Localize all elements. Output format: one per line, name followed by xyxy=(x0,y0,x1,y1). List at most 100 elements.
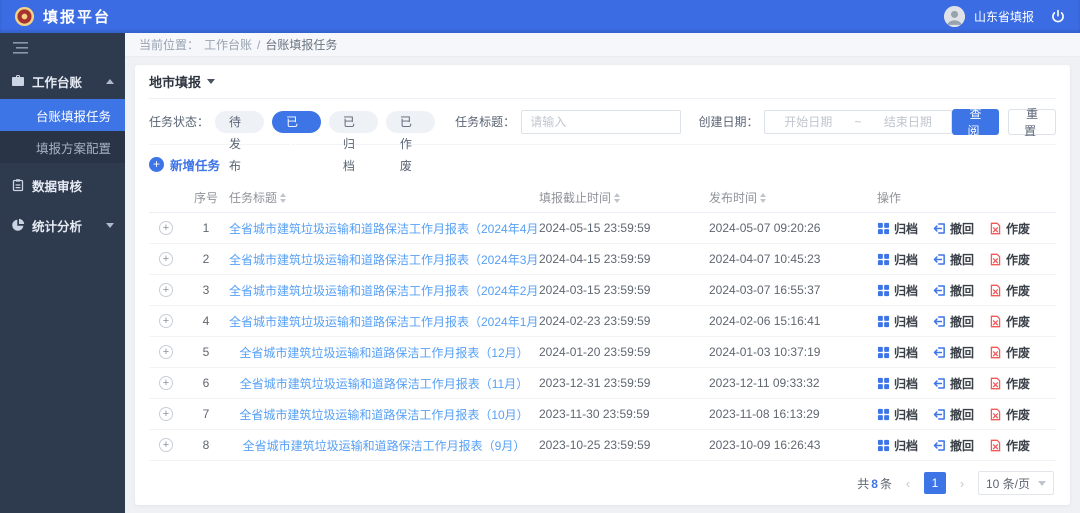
recall-action[interactable]: 撤回 xyxy=(933,282,974,299)
end-date-placeholder[interactable]: 结束日期 xyxy=(865,113,951,130)
date-range-picker[interactable]: 开始日期 ~ 结束日期 xyxy=(764,109,952,134)
void-icon xyxy=(990,253,1001,265)
status-pill-pending[interactable]: 待发布 xyxy=(215,110,264,173)
recall-action[interactable]: 撤回 xyxy=(933,437,974,454)
deadline-cell: 2024-05-15 23:59:59 xyxy=(539,221,651,235)
logout-power-icon[interactable] xyxy=(1049,8,1066,25)
void-icon xyxy=(990,284,1001,296)
row-number: 4 xyxy=(202,314,210,328)
sidebar-item-data-audit[interactable]: 数据审核 xyxy=(0,167,125,203)
task-title-link[interactable]: 全省城市建筑垃圾运输和道路保洁工作月报表（12月） xyxy=(239,346,528,360)
archive-action[interactable]: 归档 xyxy=(877,220,918,237)
archive-action[interactable]: 归档 xyxy=(877,282,918,299)
archive-action[interactable]: 归档 xyxy=(877,406,918,423)
sidebar-item-label: 台账填报任务 xyxy=(36,109,112,124)
app-title: 填报平台 xyxy=(43,9,112,26)
table-row: 7 全省城市建筑垃圾运输和道路保洁工作月报表（10月） 2023-11-30 2… xyxy=(149,399,1056,430)
recall-action[interactable]: 撤回 xyxy=(933,406,974,423)
recall-action[interactable]: 撤回 xyxy=(933,313,974,330)
user-name[interactable]: 山东省填报 xyxy=(974,8,1034,25)
archive-action[interactable]: 归档 xyxy=(877,251,918,268)
task-title-link[interactable]: 全省城市建筑垃圾运输和道路保洁工作月报表（11月） xyxy=(240,377,528,391)
chevron-down-icon xyxy=(207,79,216,84)
start-date-placeholder[interactable]: 开始日期 xyxy=(765,113,851,130)
void-action[interactable]: 作废 xyxy=(989,220,1030,237)
content-card: 地市填报 任务状态： 待发布 已发布 已归档 已作废 任务标题： 创建日期 xyxy=(135,65,1070,505)
deadline-cell: 2024-04-15 23:59:59 xyxy=(539,252,651,266)
void-action[interactable]: 作废 xyxy=(989,251,1030,268)
expand-row-button[interactable] xyxy=(159,314,173,328)
sidebar-group-statistics[interactable]: 统计分析 xyxy=(0,207,125,243)
task-title-link[interactable]: 全省城市建筑垃圾运输和道路保洁工作月报表（2024年4月） xyxy=(229,222,539,236)
archive-icon xyxy=(877,253,890,265)
table-row: 2 全省城市建筑垃圾运输和道路保洁工作月报表（2024年3月） 2024-04-… xyxy=(149,244,1056,275)
recall-action[interactable]: 撤回 xyxy=(933,375,974,392)
task-title-link[interactable]: 全省城市建筑垃圾运输和道路保洁工作月报表（9月） xyxy=(243,439,526,453)
pie-chart-icon xyxy=(12,218,25,231)
date-filter-label: 创建日期： xyxy=(698,115,759,129)
deadline-cell: 2024-03-15 23:59:59 xyxy=(539,283,651,297)
void-action[interactable]: 作废 xyxy=(989,344,1030,361)
sidebar-item-label: 统计分析 xyxy=(32,219,83,234)
app-window: 填报平台 山东省填报 工作台账 台账填报任务 填报方案配置 数据审核 统计分析 … xyxy=(0,0,1080,513)
void-action[interactable]: 作废 xyxy=(989,437,1030,454)
task-title-input[interactable] xyxy=(521,109,682,134)
row-number: 8 xyxy=(202,438,210,452)
table-row: 4 全省城市建筑垃圾运输和道路保洁工作月报表（2024年1月） 2024-02-… xyxy=(149,306,1056,337)
status-pill-voided[interactable]: 已作废 xyxy=(385,110,435,173)
search-button[interactable]: 查阅 xyxy=(951,107,1000,138)
task-title-link[interactable]: 全省城市建筑垃圾运输和道路保洁工作月报表（2024年3月） xyxy=(229,253,539,267)
task-title-link[interactable]: 全省城市建筑垃圾运输和道路保洁工作月报表（2024年2月） xyxy=(229,284,539,298)
recall-icon xyxy=(933,408,945,420)
expand-row-button[interactable] xyxy=(159,438,173,452)
expand-row-button[interactable] xyxy=(159,376,173,390)
void-action[interactable]: 作废 xyxy=(989,313,1030,330)
expand-row-button[interactable] xyxy=(159,345,173,359)
archive-action[interactable]: 归档 xyxy=(877,313,918,330)
void-action[interactable]: 作废 xyxy=(989,406,1030,423)
task-title-link[interactable]: 全省城市建筑垃圾运输和道路保洁工作月报表（10月） xyxy=(239,408,528,422)
sort-icon[interactable] xyxy=(614,192,621,203)
row-number: 1 xyxy=(202,221,210,235)
archive-action[interactable]: 归档 xyxy=(877,344,918,361)
sidebar-item-ledger-report-tasks[interactable]: 台账填报任务 xyxy=(0,99,125,131)
recall-icon xyxy=(933,315,945,327)
reset-button[interactable]: 重置 xyxy=(1008,107,1057,138)
sidebar-group-work-ledger[interactable]: 工作台账 xyxy=(0,63,125,99)
archive-action[interactable]: 归档 xyxy=(877,375,918,392)
archive-icon xyxy=(877,222,890,234)
status-pill-archived[interactable]: 已归档 xyxy=(328,110,378,173)
page-number-button[interactable]: 1 xyxy=(924,472,946,494)
expand-row-button[interactable] xyxy=(159,407,173,421)
sidebar-collapse-button[interactable] xyxy=(0,33,125,63)
add-task-plus-icon[interactable]: + xyxy=(149,156,164,172)
next-page-button[interactable]: › xyxy=(955,476,969,491)
sort-icon[interactable] xyxy=(280,192,287,203)
row-number: 6 xyxy=(202,376,210,390)
task-title-link[interactable]: 全省城市建筑垃圾运输和道路保洁工作月报表（2024年1月） xyxy=(229,315,539,329)
expand-row-button[interactable] xyxy=(159,252,173,266)
archive-action[interactable]: 归档 xyxy=(877,437,918,454)
sidebar-item-label: 填报方案配置 xyxy=(36,141,112,156)
date-range-separator: ~ xyxy=(854,114,862,129)
sidebar-item-report-plan-config[interactable]: 填报方案配置 xyxy=(0,131,125,163)
status-pill-published[interactable]: 已发布 xyxy=(271,110,321,173)
sort-icon[interactable] xyxy=(760,192,767,203)
recall-action[interactable]: 撤回 xyxy=(933,220,974,237)
expand-row-button[interactable] xyxy=(159,221,173,235)
page-size-value: 10 条/页 xyxy=(986,476,1031,491)
page-size-select[interactable]: 10 条/页 xyxy=(978,471,1054,495)
user-avatar[interactable] xyxy=(943,6,965,27)
void-action[interactable]: 作废 xyxy=(989,282,1030,299)
expand-row-button[interactable] xyxy=(159,283,173,297)
view-selector[interactable]: 地市填报 xyxy=(149,72,201,91)
table-header: 序号 任务标题 填报截止时间 发布时间 操作 xyxy=(149,183,1056,213)
breadcrumb-parent[interactable]: 工作台账 xyxy=(204,36,252,53)
prev-page-button[interactable]: ‹ xyxy=(901,476,915,491)
filter-bar: 任务状态： 待发布 已发布 已归档 已作废 任务标题： 创建日期： 开始日期 ~ xyxy=(149,99,1057,173)
add-task-button[interactable]: 新增任务 xyxy=(170,155,220,174)
recall-action[interactable]: 撤回 xyxy=(933,251,974,268)
recall-icon xyxy=(933,377,945,389)
void-action[interactable]: 作废 xyxy=(989,375,1030,392)
recall-action[interactable]: 撤回 xyxy=(933,344,974,361)
